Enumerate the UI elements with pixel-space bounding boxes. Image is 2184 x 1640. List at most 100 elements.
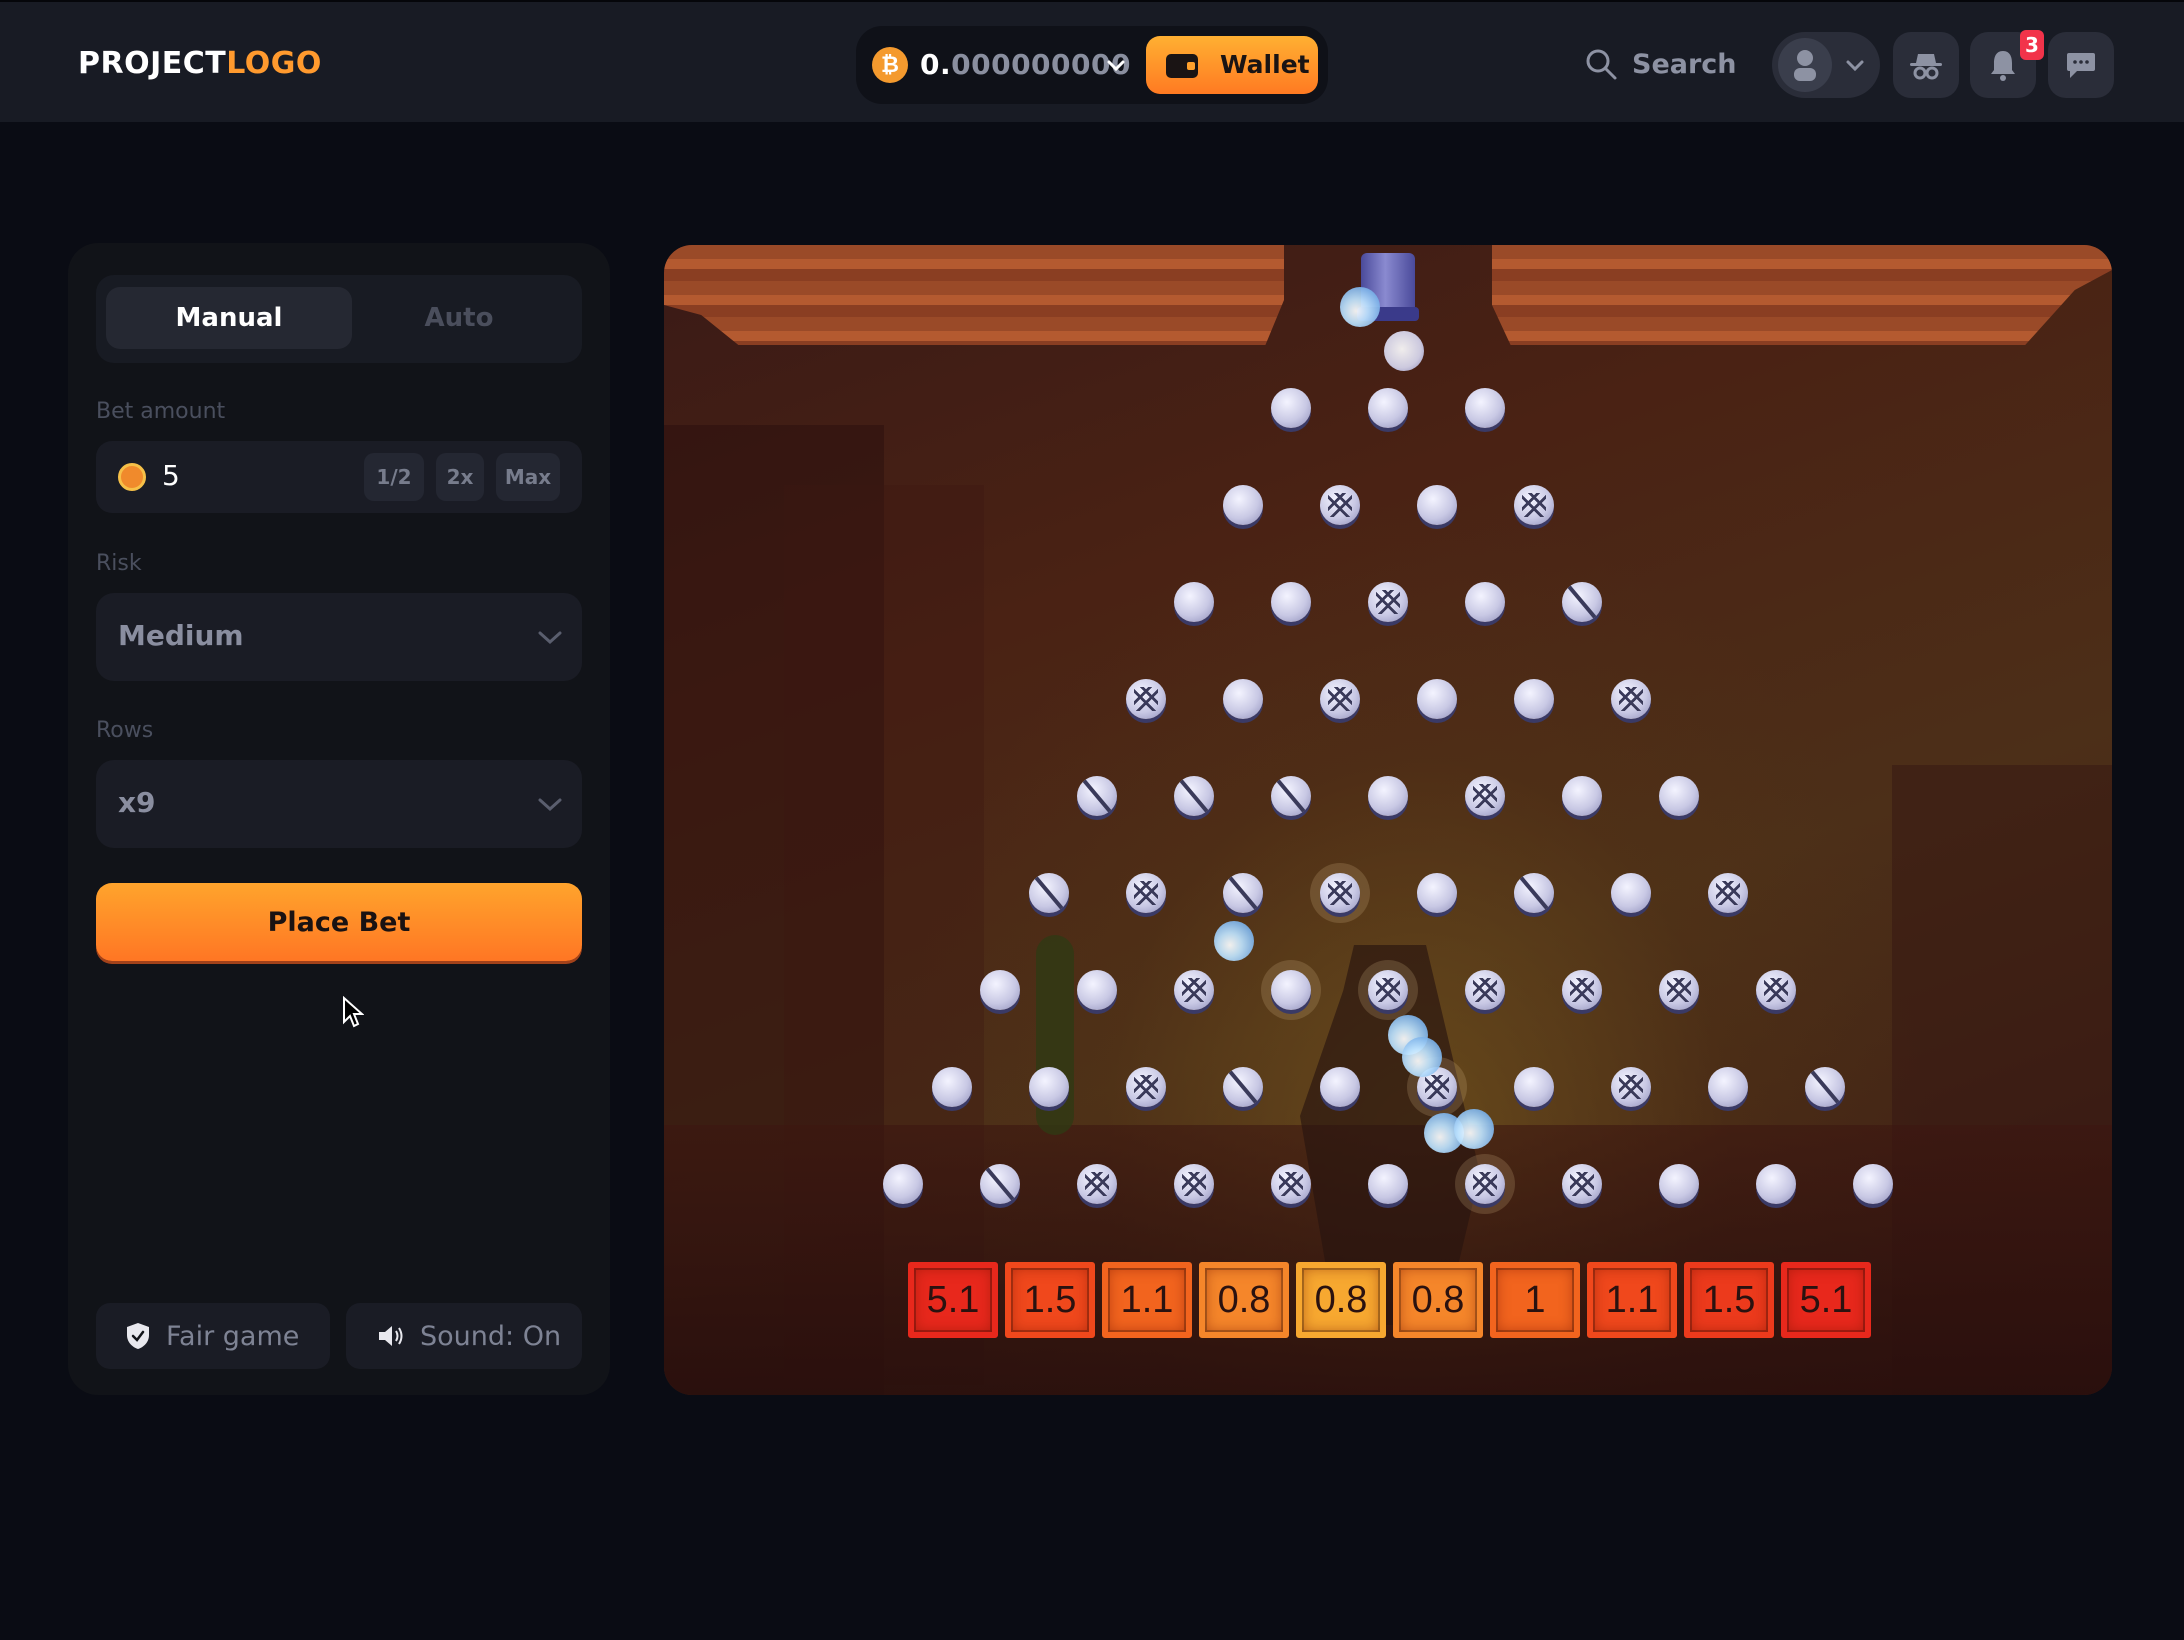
peg — [1416, 485, 1457, 525]
peg-slashed — [1028, 873, 1069, 913]
peg-slashed — [1222, 873, 1263, 913]
sound-toggle[interactable]: Sound: On — [346, 1303, 582, 1369]
wallet-button[interactable]: Wallet — [1146, 36, 1318, 94]
peg-crosshatched — [1610, 679, 1651, 719]
search-button[interactable]: Search — [1584, 42, 1737, 86]
place-bet-button[interactable]: Place Bet — [96, 883, 582, 961]
chevron-down-icon — [538, 631, 562, 645]
notification-badge: 3 — [2020, 30, 2044, 60]
peg — [1319, 1067, 1360, 1107]
peg — [1368, 1164, 1408, 1204]
notifications-button[interactable]: 3 — [1970, 30, 2044, 98]
risk-select[interactable]: Medium — [96, 593, 582, 681]
peg — [1222, 485, 1263, 525]
peg-crosshatched — [1125, 1067, 1166, 1107]
multiplier-slot: 1.5 — [1684, 1262, 1774, 1338]
multiplier-slot: 5.1 — [908, 1262, 998, 1338]
peg-crosshatched — [1125, 679, 1166, 719]
peg-crosshatched — [1707, 873, 1748, 913]
tab-auto[interactable]: Auto — [336, 287, 582, 349]
plinko-board: 5.1 1.5 1.1 0.8 0.8 0.8 1 1.1 1.5 5.1 — [664, 245, 2112, 1395]
peg — [1853, 1164, 1893, 1204]
peg — [1368, 388, 1408, 428]
wooden-beam-right — [1492, 245, 2112, 345]
bet-amount-input[interactable]: 5 1/2 2x Max — [96, 441, 582, 513]
bet-amount-label: Bet amount — [96, 399, 226, 424]
rows-value: x9 — [118, 786, 156, 819]
multiplier-slot: 0.8 — [1296, 1262, 1386, 1338]
bitcoin-icon: ₿ — [872, 47, 908, 83]
peg-crosshatched — [1756, 970, 1796, 1010]
multiplier-slot: 1.5 — [1005, 1262, 1095, 1338]
multiplier-slot: 0.8 — [1199, 1262, 1289, 1338]
peg-crosshatched — [1368, 582, 1408, 622]
peg-crosshatched — [1562, 1164, 1602, 1204]
project-logo[interactable]: PROJECTLOGO — [78, 46, 322, 81]
balance-integer: 0. — [920, 48, 952, 81]
peg — [1271, 582, 1311, 622]
peg-crosshatched — [1562, 970, 1602, 1010]
bell-icon — [1991, 51, 2015, 81]
user-icon — [1794, 50, 1816, 81]
peg-slashed — [1562, 582, 1602, 622]
avatar — [1778, 38, 1832, 92]
shield-check-icon — [127, 1323, 149, 1349]
rows-label: Rows — [96, 718, 154, 743]
risk-value: Medium — [118, 619, 244, 652]
peg-crosshatched — [1319, 485, 1360, 525]
half-bet-button[interactable]: 1/2 — [364, 453, 424, 501]
peg — [1756, 1164, 1796, 1204]
balance-selector[interactable]: ₿ 0.000000000 Wallet — [856, 26, 1328, 104]
plinko-ball — [1384, 331, 1424, 371]
peg-crosshatched — [1465, 1164, 1505, 1204]
peg-crosshatched — [1368, 970, 1408, 1010]
top-navbar: PROJECTLOGO ₿ 0.000000000 Wallet Search — [0, 0, 2184, 122]
speaker-icon — [379, 1326, 403, 1346]
peg-crosshatched — [1125, 873, 1166, 913]
peg-slashed — [1174, 776, 1214, 816]
multiplier-slot: 1.1 — [1102, 1262, 1192, 1338]
peg — [1562, 776, 1602, 816]
tab-manual[interactable]: Manual — [106, 287, 352, 349]
peg — [1659, 776, 1699, 816]
bet-amount-value[interactable]: 5 — [162, 459, 180, 492]
peg-slashed — [980, 1164, 1020, 1204]
peg — [1368, 776, 1408, 816]
peg-slashed — [1077, 776, 1117, 816]
peg-slashed — [1222, 1067, 1263, 1107]
peg-crosshatched — [1610, 1067, 1651, 1107]
coin-icon — [118, 463, 146, 491]
peg-crosshatched — [1513, 485, 1554, 525]
peg-slashed — [1271, 776, 1311, 816]
fair-game-button[interactable]: Fair game — [96, 1303, 330, 1369]
plinko-ball — [1454, 1109, 1494, 1149]
peg — [1513, 679, 1554, 719]
peg — [1271, 388, 1311, 428]
chat-icon — [2067, 53, 2095, 78]
peg — [931, 1067, 972, 1107]
max-bet-button[interactable]: Max — [496, 453, 560, 501]
chat-button[interactable] — [2048, 32, 2114, 98]
incognito-button[interactable] — [1893, 32, 1959, 98]
peg — [1271, 970, 1311, 1010]
user-menu[interactable] — [1772, 32, 1880, 98]
peg — [1465, 582, 1505, 622]
rows-select[interactable]: x9 — [96, 760, 582, 848]
peg — [1707, 1067, 1748, 1107]
mode-tabs: Manual Auto — [96, 275, 582, 363]
double-bet-button[interactable]: 2x — [436, 453, 484, 501]
peg-crosshatched — [1174, 1164, 1214, 1204]
wallet-label: Wallet — [1220, 50, 1310, 79]
logo-text-accent: LOGO — [226, 46, 322, 81]
peg-crosshatched — [1271, 1164, 1311, 1204]
peg — [1077, 970, 1117, 1010]
multiplier-slot: 0.8 — [1393, 1262, 1483, 1338]
fair-game-label: Fair game — [166, 1320, 300, 1352]
risk-label: Risk — [96, 551, 142, 576]
multiplier-slot: 1.1 — [1587, 1262, 1677, 1338]
peg — [1416, 679, 1457, 719]
sound-label: Sound: On — [420, 1320, 562, 1352]
chevron-down-icon[interactable] — [1106, 56, 1126, 76]
balance-decimal: 000000000 — [951, 48, 1131, 81]
peg — [1513, 1067, 1554, 1107]
